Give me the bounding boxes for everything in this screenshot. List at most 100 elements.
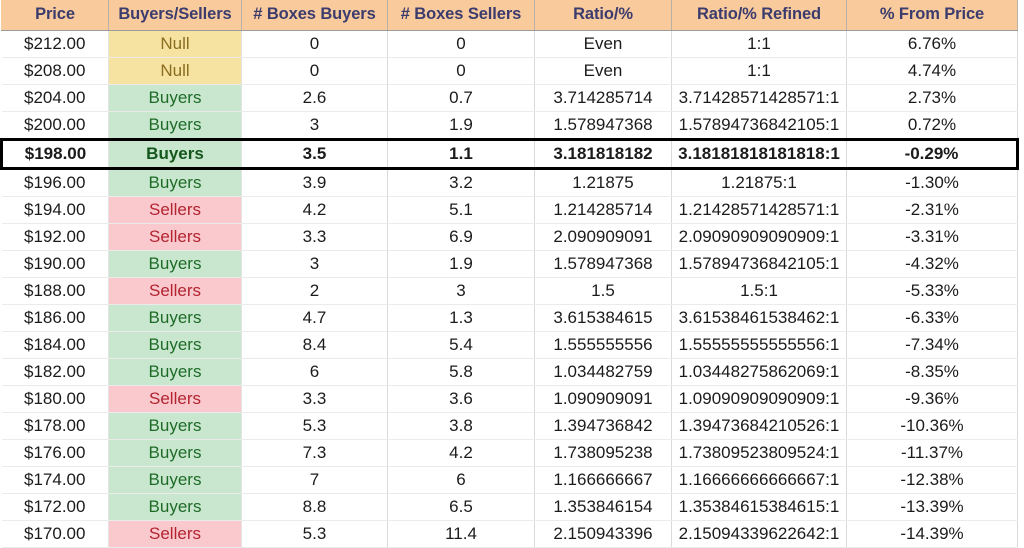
table-row[interactable]: $212.00 Null 0 0 Even 1:1 6.76% bbox=[1, 30, 1018, 58]
cell-pct-from-price[interactable]: 6.76% bbox=[846, 30, 1018, 58]
cell-ratio-refined[interactable]: 1.21875:1 bbox=[671, 168, 847, 197]
table-row[interactable]: $186.00 Buyers 4.7 1.3 3.615384615 3.61538461… bbox=[1, 304, 1018, 332]
cell-ratio[interactable]: 1.21875 bbox=[534, 168, 672, 197]
cell-boxes-buyers[interactable]: 8.8 bbox=[241, 493, 388, 521]
cell-boxes-buyers[interactable]: 0 bbox=[241, 57, 388, 85]
cell-ratio[interactable]: 1.555555556 bbox=[534, 331, 672, 359]
cell-ratio[interactable]: 1.578947368 bbox=[534, 250, 672, 278]
cell-ratio[interactable]: 1.578947368 bbox=[534, 111, 672, 140]
column-header-boxes-buyers[interactable]: # Boxes Buyers bbox=[241, 0, 388, 31]
cell-pct-from-price[interactable]: 4.74% bbox=[846, 57, 1018, 85]
table-row[interactable]: $172.00 Buyers 8.8 6.5 1.353846154 1.35384615… bbox=[1, 493, 1018, 521]
column-header-boxes-sellers[interactable]: # Boxes Sellers bbox=[387, 0, 535, 31]
cell-ratio-refined[interactable]: 3.61538461538462:1 bbox=[671, 304, 847, 332]
cell-price[interactable]: $180.00 bbox=[1, 385, 109, 413]
cell-boxes-sellers[interactable]: 1.1 bbox=[387, 138, 535, 170]
cell-price[interactable]: $198.00 bbox=[0, 138, 109, 170]
cell-ratio[interactable]: Even bbox=[534, 30, 672, 58]
cell-price[interactable]: $194.00 bbox=[1, 196, 109, 224]
table-row[interactable]: $182.00 Buyers 6 5.8 1.034482759 1.0344827586… bbox=[1, 358, 1018, 386]
cell-price[interactable]: $186.00 bbox=[1, 304, 109, 332]
cell-pct-from-price[interactable]: -10.36% bbox=[846, 412, 1018, 440]
cell-price[interactable]: $182.00 bbox=[1, 358, 109, 386]
table-row[interactable]: $170.00 Sellers 5.3 11.4 2.150943396 2.150943… bbox=[1, 520, 1018, 548]
cell-pct-from-price[interactable]: -5.33% bbox=[846, 277, 1018, 305]
cell-ratio-refined[interactable]: 1.16666666666667:1 bbox=[671, 466, 847, 494]
cell-price[interactable]: $200.00 bbox=[1, 111, 109, 140]
cell-ratio-refined[interactable]: 3.18181818181818:1 bbox=[671, 138, 847, 170]
cell-ratio-refined[interactable]: 1.57894736842105:1 bbox=[671, 250, 847, 278]
cell-ratio-refined[interactable]: 1.39473684210526:1 bbox=[671, 412, 847, 440]
cell-pct-from-price[interactable]: -14.39% bbox=[846, 520, 1018, 548]
cell-ratio-refined[interactable]: 1.09090909090909:1 bbox=[671, 385, 847, 413]
cell-boxes-sellers[interactable]: 5.1 bbox=[387, 196, 535, 224]
cell-buyers-sellers[interactable]: Buyers bbox=[108, 168, 242, 197]
cell-pct-from-price[interactable]: -9.36% bbox=[846, 385, 1018, 413]
column-header-pct-from-price[interactable]: % From Price bbox=[846, 0, 1018, 31]
cell-buyers-sellers[interactable]: Buyers bbox=[108, 331, 242, 359]
cell-ratio[interactable]: 3.714285714 bbox=[534, 84, 672, 112]
column-header-ratio-refined[interactable]: Ratio/% Refined bbox=[671, 0, 847, 31]
cell-pct-from-price[interactable]: -8.35% bbox=[846, 358, 1018, 386]
cell-price[interactable]: $178.00 bbox=[1, 412, 109, 440]
cell-ratio[interactable]: 1.034482759 bbox=[534, 358, 672, 386]
cell-pct-from-price[interactable]: -12.38% bbox=[846, 466, 1018, 494]
cell-buyers-sellers[interactable]: Sellers bbox=[108, 520, 242, 548]
cell-buyers-sellers[interactable]: Sellers bbox=[108, 223, 242, 251]
cell-buyers-sellers[interactable]: Buyers bbox=[108, 493, 242, 521]
cell-ratio[interactable]: 1.738095238 bbox=[534, 439, 672, 467]
cell-boxes-sellers[interactable]: 0 bbox=[387, 30, 535, 58]
cell-ratio-refined[interactable]: 1.35384615384615:1 bbox=[671, 493, 847, 521]
cell-ratio[interactable]: 1.166666667 bbox=[534, 466, 672, 494]
cell-boxes-sellers[interactable]: 3.8 bbox=[387, 412, 535, 440]
cell-boxes-sellers[interactable]: 6.5 bbox=[387, 493, 535, 521]
cell-price[interactable]: $172.00 bbox=[1, 493, 109, 521]
cell-ratio[interactable]: Even bbox=[534, 57, 672, 85]
cell-boxes-buyers[interactable]: 4.2 bbox=[241, 196, 388, 224]
table-row[interactable]: $204.00 Buyers 2.6 0.7 3.714285714 3.71428571… bbox=[1, 84, 1018, 112]
cell-boxes-buyers[interactable]: 5.3 bbox=[241, 520, 388, 548]
cell-boxes-sellers[interactable]: 5.4 bbox=[387, 331, 535, 359]
cell-buyers-sellers[interactable]: Buyers bbox=[108, 439, 242, 467]
cell-ratio[interactable]: 3.181818182 bbox=[534, 138, 672, 170]
cell-buyers-sellers[interactable]: Buyers bbox=[108, 466, 242, 494]
cell-price[interactable]: $190.00 bbox=[1, 250, 109, 278]
cell-boxes-buyers[interactable]: 4.7 bbox=[241, 304, 388, 332]
cell-boxes-sellers[interactable]: 5.8 bbox=[387, 358, 535, 386]
cell-pct-from-price[interactable]: -7.34% bbox=[846, 331, 1018, 359]
cell-boxes-sellers[interactable]: 1.9 bbox=[387, 111, 535, 140]
cell-ratio-refined[interactable]: 1.55555555555556:1 bbox=[671, 331, 847, 359]
cell-buyers-sellers[interactable]: Sellers bbox=[108, 277, 242, 305]
cell-price[interactable]: $176.00 bbox=[1, 439, 109, 467]
table-row[interactable]: $174.00 Buyers 7 6 1.166666667 1.166666666666… bbox=[1, 466, 1018, 494]
cell-boxes-buyers[interactable]: 0 bbox=[241, 30, 388, 58]
column-header-ratio[interactable]: Ratio/% bbox=[534, 0, 672, 31]
table-row[interactable]: $188.00 Sellers 2 3 1.5 1.5:1 -5.33% bbox=[1, 277, 1018, 305]
cell-price[interactable]: $208.00 bbox=[1, 57, 109, 85]
cell-ratio-refined[interactable]: 1.73809523809524:1 bbox=[671, 439, 847, 467]
cell-boxes-buyers[interactable]: 3.3 bbox=[241, 223, 388, 251]
cell-ratio[interactable]: 1.5 bbox=[534, 277, 672, 305]
cell-ratio-refined[interactable]: 2.15094339622642:1 bbox=[671, 520, 847, 548]
cell-buyers-sellers[interactable]: Buyers bbox=[108, 358, 242, 386]
cell-boxes-sellers[interactable]: 0 bbox=[387, 57, 535, 85]
cell-price[interactable]: $204.00 bbox=[1, 84, 109, 112]
cell-price[interactable]: $174.00 bbox=[1, 466, 109, 494]
cell-boxes-sellers[interactable]: 3 bbox=[387, 277, 535, 305]
table-row[interactable]: $176.00 Buyers 7.3 4.2 1.738095238 1.73809523… bbox=[1, 439, 1018, 467]
table-row[interactable]: $178.00 Buyers 5.3 3.8 1.394736842 1.39473684… bbox=[1, 412, 1018, 440]
cell-buyers-sellers[interactable]: Buyers bbox=[108, 304, 242, 332]
cell-pct-from-price[interactable]: -11.37% bbox=[846, 439, 1018, 467]
cell-boxes-sellers[interactable]: 1.3 bbox=[387, 304, 535, 332]
cell-buyers-sellers[interactable]: Sellers bbox=[108, 196, 242, 224]
cell-ratio-refined[interactable]: 3.71428571428571:1 bbox=[671, 84, 847, 112]
cell-ratio[interactable]: 2.150943396 bbox=[534, 520, 672, 548]
cell-boxes-buyers[interactable]: 7 bbox=[241, 466, 388, 494]
cell-price[interactable]: $184.00 bbox=[1, 331, 109, 359]
cell-boxes-buyers[interactable]: 3 bbox=[241, 250, 388, 278]
cell-buyers-sellers[interactable]: Null bbox=[108, 30, 242, 58]
cell-ratio-refined[interactable]: 1:1 bbox=[671, 57, 847, 85]
table-row[interactable]: $208.00 Null 0 0 Even 1:1 4.74% bbox=[1, 57, 1018, 85]
cell-pct-from-price[interactable]: -13.39% bbox=[846, 493, 1018, 521]
cell-ratio-refined[interactable]: 1.21428571428571:1 bbox=[671, 196, 847, 224]
